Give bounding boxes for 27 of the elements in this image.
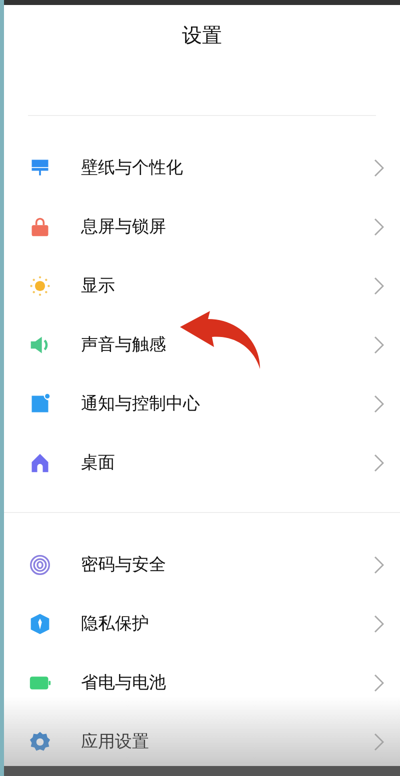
settings-item[interactable]: 息屏与锁屏 bbox=[81, 215, 374, 238]
chevron-icon bbox=[374, 158, 384, 176]
gear-icon bbox=[29, 730, 51, 752]
home-icon bbox=[29, 452, 51, 474]
chevron-icon bbox=[374, 394, 384, 412]
settings-item[interactable]: 通知与控制中心 bbox=[81, 392, 374, 415]
settings-item[interactable]: 省电与电池 bbox=[81, 671, 374, 694]
chevron-icon bbox=[374, 336, 384, 354]
lock-icon bbox=[29, 216, 51, 238]
fingerprint-icon bbox=[29, 554, 51, 576]
chevron-icon bbox=[374, 614, 384, 632]
sun-icon bbox=[29, 274, 51, 296]
chevron-icon bbox=[374, 218, 384, 236]
chevron-icon bbox=[374, 276, 384, 294]
settings-item[interactable]: 显示 bbox=[81, 274, 374, 297]
chevron-icon bbox=[374, 674, 384, 692]
chevron-icon bbox=[374, 454, 384, 472]
settings-item[interactable]: 桌面 bbox=[81, 451, 374, 474]
chevron-icon bbox=[374, 556, 384, 574]
settings-item[interactable]: 壁纸与个性化 bbox=[81, 156, 374, 179]
notification-icon bbox=[29, 392, 51, 414]
shield-icon bbox=[29, 612, 51, 634]
page-title: 设置 bbox=[181, 22, 223, 48]
settings-item[interactable]: 密码与安全 bbox=[81, 553, 374, 576]
chevron-icon bbox=[374, 732, 384, 750]
settings-item[interactable]: 隐私保护 bbox=[81, 612, 374, 635]
settings-item[interactable]: 声音与触感 bbox=[81, 333, 374, 356]
